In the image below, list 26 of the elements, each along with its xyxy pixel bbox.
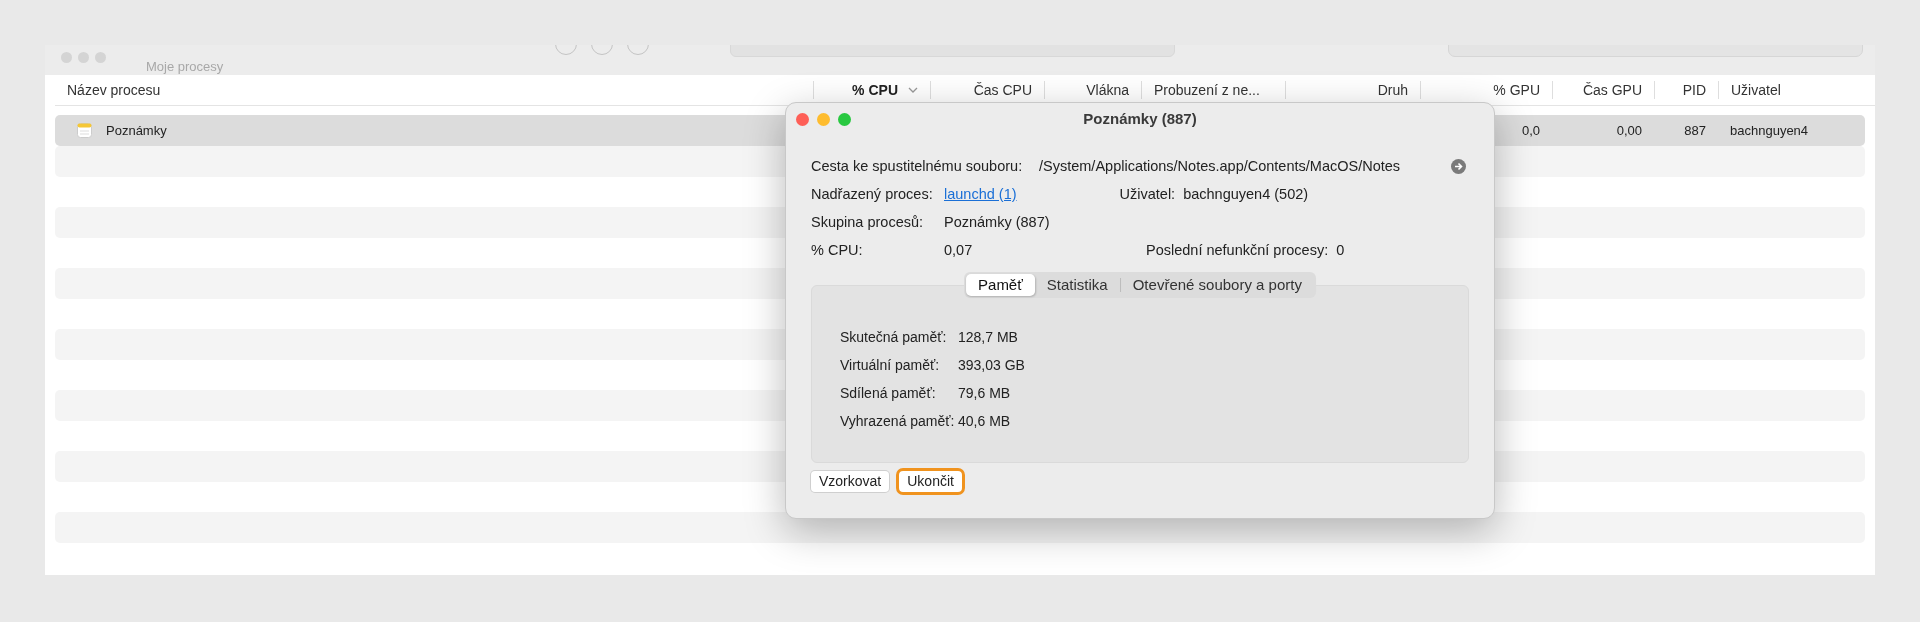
memory-label: Skutečná paměť: xyxy=(840,328,948,347)
field-label: Uživatel: xyxy=(1119,184,1176,204)
table-cell-text: 887 xyxy=(1684,121,1706,140)
field-label: Poslední nefunkční procesy: xyxy=(1146,240,1329,260)
memory-value: 128,7 MB xyxy=(958,328,1018,347)
field-value: 0 xyxy=(1336,240,1345,260)
field-label: Skupina procesů: xyxy=(811,212,925,232)
field-label: Nadřazený proces: xyxy=(811,184,934,204)
table-cell-text: Poznámky xyxy=(106,121,167,140)
field-value: Poznámky (887) xyxy=(944,212,1050,232)
table-cell: bachnguyen4 xyxy=(1730,122,1809,138)
field-value: /System/Applications/Notes.app/Contents/MacOS/Notes xyxy=(1039,156,1401,176)
memory-label: Sdílená paměť: xyxy=(840,384,937,403)
window-title: Poznámky (887) xyxy=(1083,109,1197,130)
window-subtitle: Moje procesy xyxy=(146,60,224,73)
memory-value: 79,6 MB xyxy=(958,384,1011,403)
table-cell-text: 0,0 xyxy=(1521,121,1540,140)
field-label: % CPU: xyxy=(811,240,864,260)
field-value: 0,07 xyxy=(944,240,974,260)
field-label: Cesta ke spustitelnému souboru: xyxy=(811,156,1024,176)
table-cell-text: 0,00 xyxy=(1616,121,1642,140)
memory-value: 393,03 GB xyxy=(958,356,1025,375)
field-value: bachnguyen4 (502) xyxy=(1183,184,1309,204)
memory-label: Vyhrazená paměť: xyxy=(840,412,956,431)
memory-label: Virtuální paměť: xyxy=(840,356,941,375)
memory-value: 40,6 MB xyxy=(958,412,1011,431)
